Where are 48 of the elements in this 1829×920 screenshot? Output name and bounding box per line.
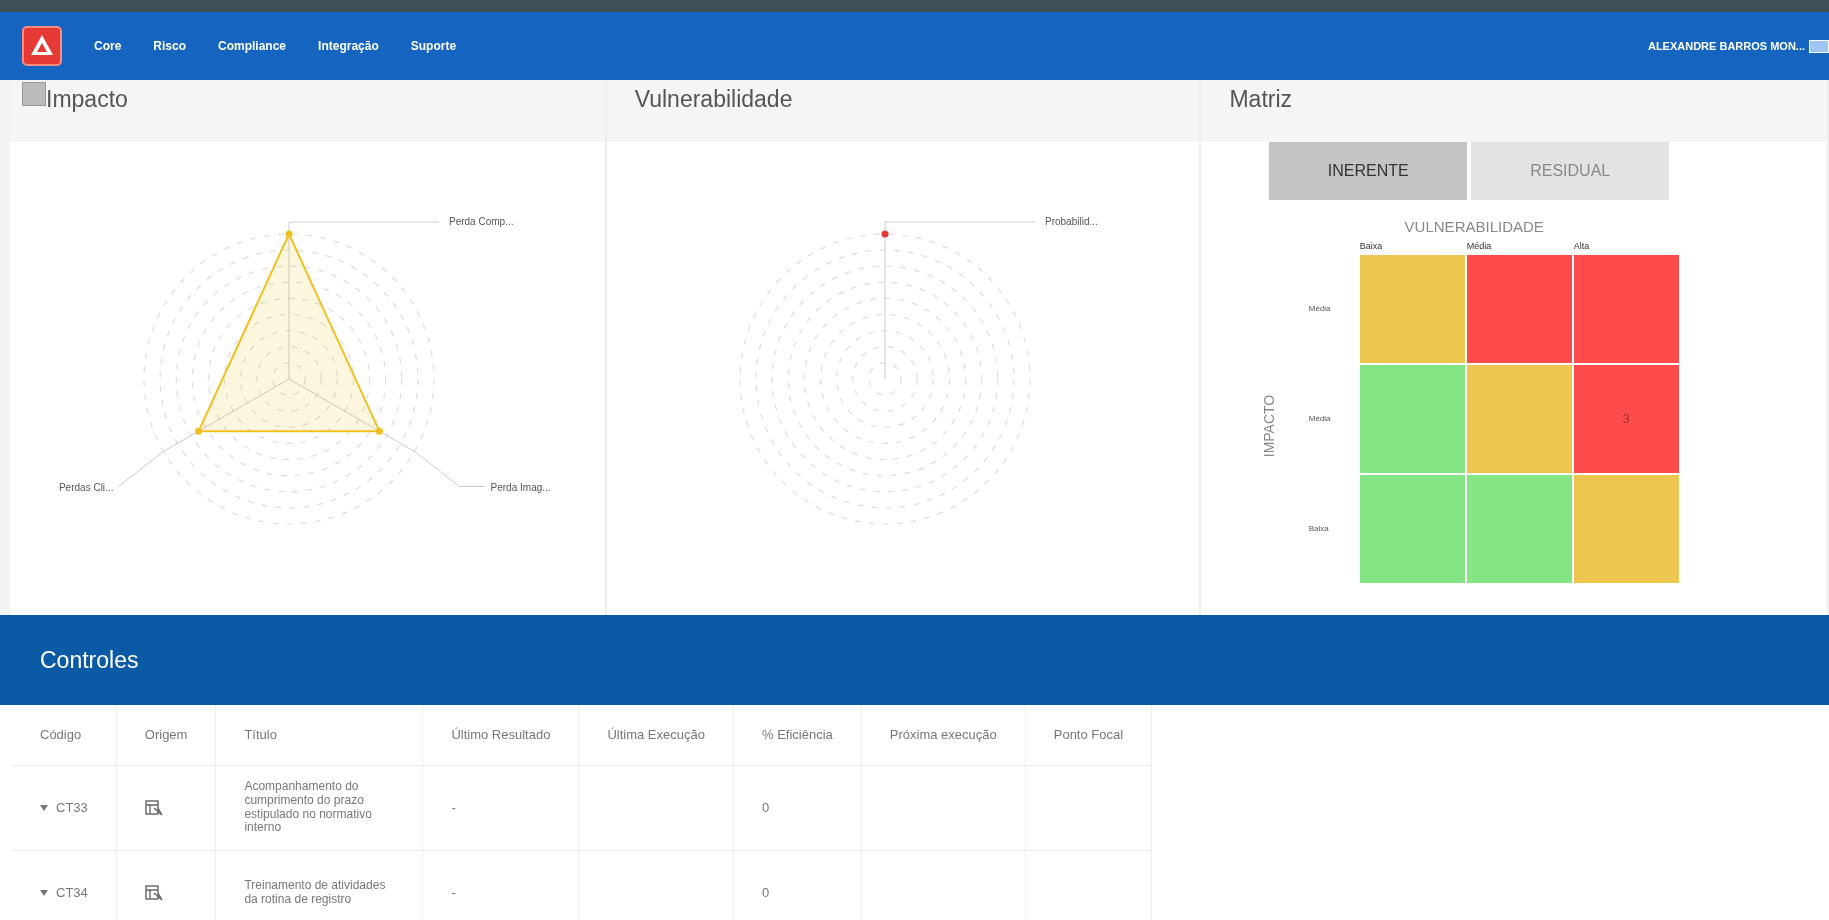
column-header: Último Resultado [422,705,579,765]
column-header: Ponto Focal [1025,705,1152,765]
result-text: - [451,799,456,815]
code-text: CT34 [56,883,88,902]
leader-line [118,451,165,487]
nav-link[interactable]: Integração [318,37,379,55]
matrix-cell: 3 [1573,365,1679,473]
column-header: Próxima execução [861,705,1026,765]
caret-icon[interactable] [40,804,48,811]
axis-title: VULNERABILIDADE [1404,217,1544,237]
result-text: - [451,884,456,900]
efficiency-text: 0 [761,884,770,900]
nav-link[interactable]: Risco [153,37,187,55]
code-text: CT33 [56,798,88,817]
caret-icon[interactable] [40,889,48,896]
leader-line [414,451,486,487]
column-header: Código [12,705,117,765]
panel-title: Matriz [1229,85,1293,114]
panel-title: Vulnerabilidade [634,85,793,114]
user-name[interactable]: ALEXANDRE BARROS MON... [1647,37,1805,55]
axis-label: Perda Comp... [449,216,514,227]
column-header: Origem [116,705,216,765]
document-icon [144,885,163,902]
column-header: % Eficiência [733,705,862,765]
nav-link[interactable]: Core [94,37,122,55]
efficiency-text: 0 [761,799,770,815]
axis-title: IMPACTO [1258,371,1279,482]
nav-link[interactable]: Compliance [218,37,287,55]
column-label: Alta [1573,239,1591,253]
column-header: Título [215,705,423,765]
section-title: Controles [40,645,139,675]
row-label: Média [1308,413,1332,425]
column-label: Média [1466,239,1493,253]
column-header: Última Execução [578,705,734,765]
axis-label: Probabilid... [1045,216,1098,227]
column-label: Baixa [1359,239,1384,253]
user-badge [1809,39,1829,53]
nav-link[interactable]: Suporte [410,37,457,55]
axis-label: Perdas Cli... [59,481,114,493]
document-icon [144,800,163,817]
row-label: Baixa [1308,523,1330,535]
axis-label: Perda Imag... [490,481,551,493]
title-text: Treinamento de atividades da rotina de registro [244,878,387,907]
panel-title: Impacto [46,85,128,114]
title-text: Acompanhamento do cumprimento do prazo estipulado no normativo interno [244,779,373,836]
logo[interactable] [22,26,62,66]
tab[interactable]: INERENTE [1269,142,1468,200]
row-label: Média [1308,303,1332,315]
